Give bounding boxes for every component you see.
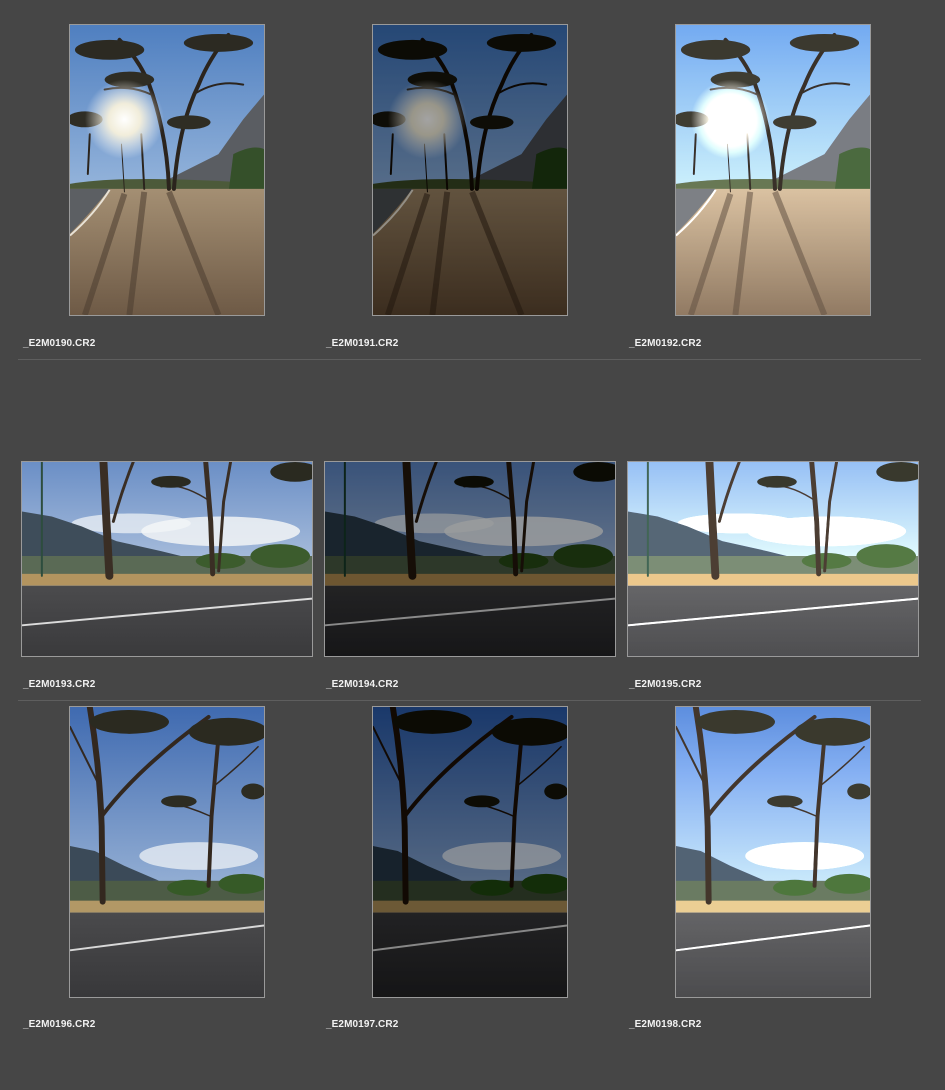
filename-label: _E2M0195.CR2 <box>629 679 702 690</box>
filename-label: _E2M0194.CR2 <box>326 679 399 690</box>
photo-image <box>70 707 264 997</box>
filename-label: _E2M0198.CR2 <box>629 1019 702 1030</box>
thumbnail-cell[interactable]: _E2M0193.CR2 <box>18 360 321 700</box>
photo-image <box>70 25 264 315</box>
photo-thumbnail[interactable] <box>627 461 919 657</box>
photo-image <box>373 707 567 997</box>
thumbnail-cell[interactable]: _E2M0198.CR2 <box>624 700 927 1060</box>
photo-thumbnail[interactable] <box>372 24 568 316</box>
thumbnail-cell[interactable]: _E2M0190.CR2 <box>18 0 321 360</box>
photo-thumbnail[interactable] <box>69 706 265 998</box>
photo-image <box>373 25 567 315</box>
filename-label: _E2M0191.CR2 <box>326 338 399 349</box>
thumbnail-cell[interactable]: _E2M0197.CR2 <box>321 700 624 1060</box>
filename-label: _E2M0192.CR2 <box>629 338 702 349</box>
photo-image <box>676 707 870 997</box>
photo-thumbnail[interactable] <box>21 461 313 657</box>
photo-thumbnail[interactable] <box>69 24 265 316</box>
photo-image <box>628 462 918 656</box>
photo-image <box>22 462 312 656</box>
photo-image <box>676 25 870 315</box>
filename-label: _E2M0190.CR2 <box>23 338 96 349</box>
thumbnail-cell[interactable]: _E2M0192.CR2 <box>624 0 927 360</box>
photo-thumbnail[interactable] <box>675 706 871 998</box>
photo-thumbnail[interactable] <box>675 24 871 316</box>
thumbnail-cell[interactable]: _E2M0191.CR2 <box>321 0 624 360</box>
photo-image <box>325 462 615 656</box>
filename-label: _E2M0197.CR2 <box>326 1019 399 1030</box>
filename-label: _E2M0193.CR2 <box>23 679 96 690</box>
thumbnail-cell[interactable]: _E2M0195.CR2 <box>624 360 927 700</box>
photo-thumbnail[interactable] <box>372 706 568 998</box>
filename-label: _E2M0196.CR2 <box>23 1019 96 1030</box>
photo-thumbnail[interactable] <box>324 461 616 657</box>
thumbnail-cell[interactable]: _E2M0196.CR2 <box>18 700 321 1060</box>
thumbnail-cell[interactable]: _E2M0194.CR2 <box>321 360 624 700</box>
